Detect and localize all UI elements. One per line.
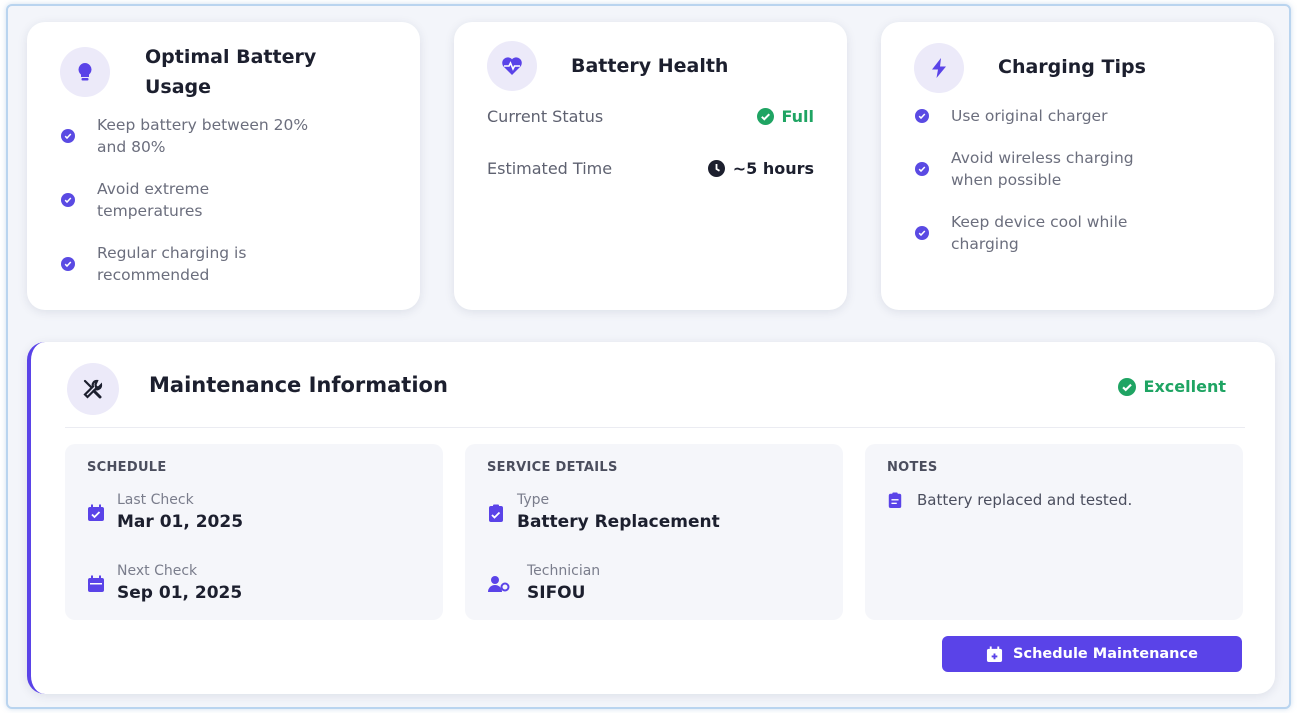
calendar-plus-icon [986, 645, 1003, 662]
last-check-label: Last Check [117, 492, 194, 508]
next-check-value: Sep 01, 2025 [117, 583, 243, 603]
list-item: Use original charger [915, 105, 1255, 127]
notes-heading: NOTES [887, 460, 938, 475]
clipboard-check-icon [489, 504, 503, 522]
last-check-value: Mar 01, 2025 [117, 512, 244, 532]
notes-panel: NOTES Battery replaced and tested. [865, 444, 1243, 620]
check-circle-icon [61, 129, 75, 143]
list-item: Keep battery between 20% and 80% [61, 114, 401, 158]
type-value: Battery Replacement [517, 512, 720, 532]
user-gear-icon [488, 576, 510, 592]
list-item: Avoid extreme temperatures [61, 178, 401, 222]
clipboard-icon [888, 492, 902, 508]
charging-tips-icon-circle [914, 43, 964, 93]
list-item: Keep device cool while charging [915, 211, 1255, 255]
tools-icon [83, 379, 103, 399]
clock-icon [707, 160, 725, 177]
notes-text: Battery replaced and tested. [917, 491, 1133, 509]
next-check-label: Next Check [117, 563, 198, 579]
current-status-value: Full [756, 107, 815, 126]
list-item: Regular charging is recommended [61, 242, 401, 286]
battery-health-icon-circle [487, 41, 537, 91]
check-circle-icon [61, 193, 75, 207]
lightbulb-icon [78, 63, 92, 81]
schedule-heading: SCHEDULE [87, 460, 167, 475]
current-status-label: Current Status [487, 107, 604, 126]
technician-value: SIFOU [527, 583, 586, 603]
status-badge: Excellent [1143, 377, 1226, 396]
battery-usage-tip-list: Keep battery between 20% and 80% Avoid ex… [61, 114, 401, 286]
bolt-icon [932, 58, 946, 78]
check-circle-icon [756, 108, 774, 125]
schedule-maintenance-label: Schedule Maintenance [1013, 646, 1198, 662]
charging-tips-title: Charging Tips [998, 56, 1146, 78]
divider [65, 427, 1245, 428]
battery-health-title: Battery Health [571, 55, 729, 77]
service-details-heading: SERVICE DETAILS [487, 460, 618, 475]
maintenance-status: Excellent [1117, 377, 1226, 396]
check-circle-icon [61, 257, 75, 271]
schedule-panel: SCHEDULE Last Check Mar 01, 2025 Next Ch… [65, 444, 443, 620]
calendar-check-icon [88, 504, 104, 521]
battery-usage-card: Optimal Battery Usage Keep battery betwe… [27, 22, 420, 310]
schedule-maintenance-button[interactable]: Schedule Maintenance [942, 636, 1242, 672]
check-circle-icon [1117, 377, 1136, 396]
maintenance-icon-circle [67, 363, 119, 415]
check-circle-icon [915, 109, 929, 123]
estimated-time-value: ~5 hours [707, 159, 814, 178]
heart-pulse-icon [502, 57, 522, 75]
type-label: Type [517, 492, 550, 508]
calendar-icon [88, 575, 104, 592]
check-circle-icon [915, 162, 929, 176]
charging-tips-card: Charging Tips Use original charger Avoid… [881, 22, 1274, 310]
status-badge: Full [781, 107, 815, 126]
charging-tips-list: Use original charger Avoid wireless char… [915, 105, 1255, 255]
battery-usage-title: Optimal Battery Usage [145, 46, 317, 98]
check-circle-icon [915, 226, 929, 240]
service-details-panel: SERVICE DETAILS Type Battery Replacement… [465, 444, 843, 620]
battery-health-card: Battery Health Current Status Full Estim… [454, 22, 847, 310]
maintenance-title: Maintenance Information [149, 373, 448, 397]
estimated-time-label: Estimated Time [487, 159, 613, 178]
battery-usage-icon-circle [60, 47, 110, 97]
technician-label: Technician [527, 563, 601, 579]
list-item: Avoid wireless charging when possible [915, 147, 1255, 191]
